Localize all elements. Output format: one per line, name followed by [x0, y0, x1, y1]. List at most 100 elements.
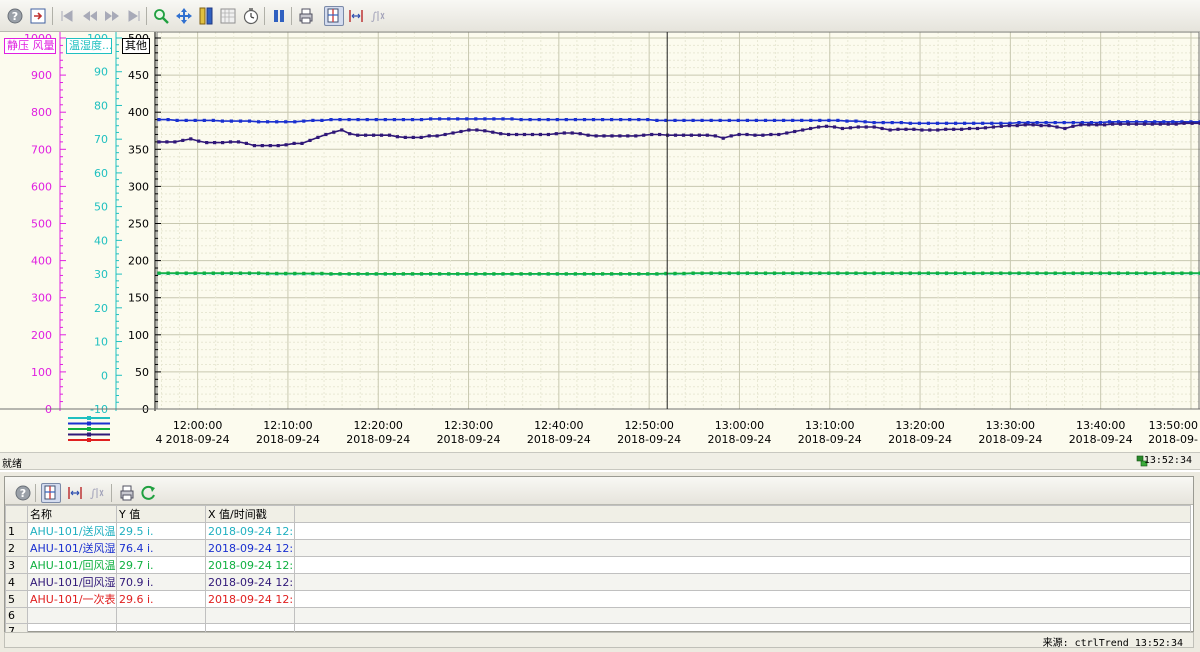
series-point	[1144, 271, 1148, 275]
x-tick-time: 13:00:00	[715, 419, 764, 432]
print-button[interactable]	[296, 6, 316, 26]
series-point	[761, 133, 765, 137]
table-header-x[interactable]: X 值/时间戳	[205, 505, 295, 523]
series-line[interactable]	[159, 118, 1200, 125]
series-point	[435, 134, 439, 138]
zoom-button[interactable]	[151, 6, 171, 26]
series-point	[582, 118, 587, 122]
series-line[interactable]	[159, 122, 1200, 147]
function-icon: ∫	[90, 487, 104, 500]
toolbar-separator	[35, 484, 36, 502]
cell-fill	[294, 607, 1191, 624]
refresh-button[interactable]	[139, 483, 159, 503]
series-point	[220, 119, 224, 123]
axis-title-other[interactable]: 其他	[122, 38, 150, 54]
series-point	[1103, 123, 1107, 127]
cell-y-value: 70.9 i.	[116, 573, 206, 591]
series-point	[745, 132, 749, 137]
pause-button[interactable]	[269, 6, 289, 26]
x-tick-date: 2018-09-24	[617, 433, 681, 446]
cursor-button[interactable]	[41, 483, 61, 503]
function-button[interactable]: ∫	[368, 6, 388, 26]
series-point	[990, 271, 994, 275]
series-point	[1015, 124, 1019, 128]
series-point	[238, 119, 243, 123]
series-point	[713, 134, 717, 138]
series-point	[1107, 120, 1112, 124]
scale-button[interactable]	[196, 6, 216, 26]
series-point	[801, 128, 805, 132]
series-point	[1126, 271, 1130, 275]
table-row[interactable]: 1AHU-101/送风温度29.5 i.2018-09-24 12:52	[5, 522, 1191, 540]
series-line[interactable]	[159, 272, 1200, 275]
status-time: 13:52:34	[1143, 455, 1192, 466]
series-point	[963, 121, 967, 125]
table-header-name[interactable]: 名称	[27, 505, 117, 523]
axis-tick-label: 50	[94, 201, 108, 214]
series-point	[972, 271, 976, 275]
series-point	[238, 271, 243, 275]
series-point	[818, 271, 822, 275]
last-button[interactable]	[124, 6, 144, 26]
trend-chart[interactable]: 1000900800700600500400300200100010090807…	[0, 32, 1200, 452]
table-header-y[interactable]: Y 值	[116, 505, 206, 523]
series-point	[403, 135, 407, 139]
series-point	[872, 271, 876, 275]
axis-strip-bg	[0, 32, 157, 452]
series-3[interactable]	[157, 271, 1200, 276]
series-point	[981, 271, 985, 275]
series-point	[845, 271, 849, 275]
range-button[interactable]	[65, 483, 85, 503]
toolbar-separator	[291, 7, 292, 25]
axis-title-temp-humidity[interactable]: 温湿度...	[66, 38, 112, 54]
series-point	[1008, 271, 1012, 275]
series-point	[634, 134, 638, 138]
table-row[interactable]: 2AHU-101/送风湿度76.4 i.2018-09-24 12:52	[5, 539, 1191, 557]
series-point	[564, 272, 568, 276]
series-point	[570, 131, 574, 135]
cell-fill	[294, 573, 1191, 591]
print-button[interactable]	[117, 483, 137, 503]
series-point	[311, 271, 315, 275]
table-header-row: 名称 Y 值 X 值/时间戳	[5, 505, 1191, 523]
series-point	[229, 119, 233, 123]
status-text: 就绪	[2, 459, 22, 470]
series-point	[673, 133, 678, 137]
prev-button[interactable]	[80, 6, 100, 26]
series-point	[181, 138, 185, 142]
series-point	[917, 271, 921, 275]
series-point	[1166, 122, 1170, 126]
series-point	[983, 126, 987, 130]
series-point	[791, 118, 795, 122]
series-point	[1116, 271, 1121, 275]
axis-title-pressure[interactable]: 静压 风量	[4, 38, 56, 54]
table-row[interactable]: 6	[5, 607, 1191, 624]
help-button[interactable]: ?	[5, 6, 25, 26]
timer-button[interactable]	[241, 6, 261, 26]
series-point	[1162, 271, 1166, 275]
series-point	[727, 118, 731, 122]
series-point	[519, 272, 523, 276]
series-point	[395, 135, 399, 139]
range-button[interactable]	[346, 6, 366, 26]
series-point	[184, 118, 188, 122]
chart-svg[interactable]: 1000900800700600500400300200100010090807…	[0, 32, 1200, 452]
first-button[interactable]	[57, 6, 77, 26]
series-point	[880, 126, 884, 131]
x-tick-date: 2018-09-24	[256, 433, 320, 446]
series-point	[840, 126, 844, 131]
function-button[interactable]: ∫	[87, 483, 107, 503]
series-0[interactable]	[157, 117, 1200, 125]
range-icon	[68, 487, 82, 499]
table-row[interactable]: 5AHU-101/一次表冷29.6 i.2018-09-24 12:52	[5, 590, 1191, 608]
pan-button[interactable]	[174, 6, 194, 26]
table-row[interactable]: 3AHU-101/回风温度29.7 i.2018-09-24 12:52	[5, 556, 1191, 574]
cursor-button[interactable]	[324, 6, 344, 26]
series-point	[827, 118, 831, 122]
series-point	[220, 271, 224, 275]
export-button[interactable]	[28, 6, 48, 26]
table-row[interactable]: 4AHU-101/回风湿度70.9 i.2018-09-24 12:52	[5, 573, 1191, 591]
next-button[interactable]	[102, 6, 122, 26]
grid-button[interactable]	[218, 6, 238, 26]
help-button[interactable]: ?	[13, 483, 33, 503]
